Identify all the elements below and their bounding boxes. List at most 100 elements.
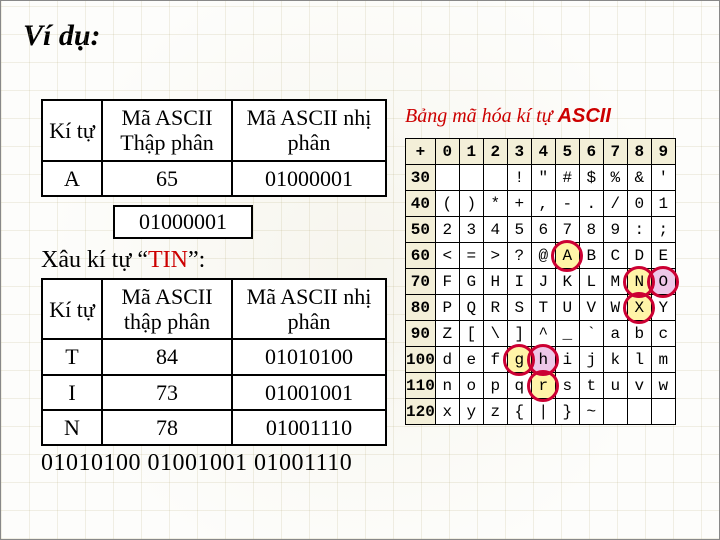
t2-r0-char: T [42, 339, 102, 374]
grid-cell: { [507, 399, 531, 425]
grid-cell: A [555, 243, 579, 269]
t2-r1-char: I [42, 375, 102, 410]
t2-r2-char: N [42, 410, 102, 445]
grid-cell: q [507, 373, 531, 399]
grid-col-header: 5 [555, 139, 579, 165]
t1-h2: Mã ASCII nhị phân [232, 100, 386, 161]
grid-cell: g [507, 347, 531, 373]
grid-row-header: 40 [406, 191, 436, 217]
grid-cell: H [483, 269, 507, 295]
tin-word: TIN [148, 247, 188, 273]
grid-row-header: 90 [406, 321, 436, 347]
grid-cell: G [459, 269, 483, 295]
grid-cell: F [435, 269, 459, 295]
grid-cell: . [579, 191, 603, 217]
grid-cell: P [435, 295, 459, 321]
grid-cell: T [531, 295, 555, 321]
grid-cell [435, 165, 459, 191]
grid-row-header: 50 [406, 217, 436, 243]
grid-cell: ! [507, 165, 531, 191]
grid-cell: ( [435, 191, 459, 217]
grid-cell: u [603, 373, 627, 399]
t1-h1: Mã ASCII Thập phân [102, 100, 232, 161]
subhead-prefix: Xâu kí tự [41, 247, 137, 273]
grid-cell: * [483, 191, 507, 217]
grid-cell [459, 165, 483, 191]
grid-cell: ] [507, 321, 531, 347]
grid-col-header: 1 [459, 139, 483, 165]
grid-cell: z [483, 399, 507, 425]
grid-cell: s [555, 373, 579, 399]
ascii-code-grid: +012345678930!"#$%&'40()*+,-./0150234567… [405, 138, 676, 425]
close-quote: ”: [188, 247, 205, 273]
grid-row-header: 30 [406, 165, 436, 191]
grid-cell: " [531, 165, 555, 191]
grid-cell: 3 [459, 217, 483, 243]
grid-cell: , [531, 191, 555, 217]
grid-cell: M [603, 269, 627, 295]
grid-cell: & [627, 165, 651, 191]
grid-cell: f [483, 347, 507, 373]
grid-cell: [ [459, 321, 483, 347]
grid-cell: + [507, 191, 531, 217]
t2-r0-dec: 84 [102, 339, 232, 374]
grid-cell: E [651, 243, 675, 269]
grid-cell: # [555, 165, 579, 191]
grid-cell: $ [579, 165, 603, 191]
grid-cell: t [579, 373, 603, 399]
grid-cell: w [651, 373, 675, 399]
grid-cell: a [603, 321, 627, 347]
t2-r2-dec: 78 [102, 410, 232, 445]
grid-cell: X [627, 295, 651, 321]
grid-row-header: 60 [406, 243, 436, 269]
grid-cell: p [483, 373, 507, 399]
grid-cell [603, 399, 627, 425]
grid-cell: Q [459, 295, 483, 321]
ascii-chart-title: Bảng mã hóa kí tự ASCII [405, 105, 705, 128]
open-quote: “ [137, 247, 148, 273]
right-column: Bảng mã hóa kí tự ASCII +012345678930!"#… [405, 99, 705, 425]
grid-cell: @ [531, 243, 555, 269]
grid-cell: | [531, 399, 555, 425]
grid-cell: c [651, 321, 675, 347]
grid-cell: R [483, 295, 507, 321]
grid-cell: W [603, 295, 627, 321]
grid-row-header: 110 [406, 373, 436, 399]
grid-cell: ` [579, 321, 603, 347]
grid-cell: 2 [435, 217, 459, 243]
grid-cell [627, 399, 651, 425]
slide: Ví dụ: Kí tự Mã ASCII Thập phân Mã ASCII… [0, 0, 720, 540]
grid-cell: - [555, 191, 579, 217]
grid-cell: ' [651, 165, 675, 191]
t2-h0: Kí tự [42, 279, 102, 340]
grid-cell: _ [555, 321, 579, 347]
grid-cell: / [603, 191, 627, 217]
grid-col-header: 9 [651, 139, 675, 165]
grid-col-header: 6 [579, 139, 603, 165]
bottom-bits: 01010100 01001001 01001110 [41, 450, 389, 477]
grid-cell: C [603, 243, 627, 269]
t2-r2-bin: 01001110 [232, 410, 386, 445]
grid-cell: L [579, 269, 603, 295]
grid-cell: S [507, 295, 531, 321]
grid-cell: = [459, 243, 483, 269]
grid-cell: j [579, 347, 603, 373]
grid-row-header: 100 [406, 347, 436, 373]
grid-cell [483, 165, 507, 191]
grid-col-header: 0 [435, 139, 459, 165]
grid-cell: 9 [603, 217, 627, 243]
t2-r1-dec: 73 [102, 375, 232, 410]
ascii-table-2: Kí tự Mã ASCII thập phân Mã ASCII nhị ph… [41, 278, 387, 446]
grid-cell: b [627, 321, 651, 347]
grid-cell: 0 [627, 191, 651, 217]
grid-cell: B [579, 243, 603, 269]
t2-h2: Mã ASCII nhị phân [232, 279, 386, 340]
grid-cell: 4 [483, 217, 507, 243]
t1-h0: Kí tự [42, 100, 102, 161]
grid-cell: i [555, 347, 579, 373]
grid-col-header: 3 [507, 139, 531, 165]
grid-cell: y [459, 399, 483, 425]
grid-cell: N [627, 269, 651, 295]
grid-row-header: 70 [406, 269, 436, 295]
grid-cell: Y [651, 295, 675, 321]
